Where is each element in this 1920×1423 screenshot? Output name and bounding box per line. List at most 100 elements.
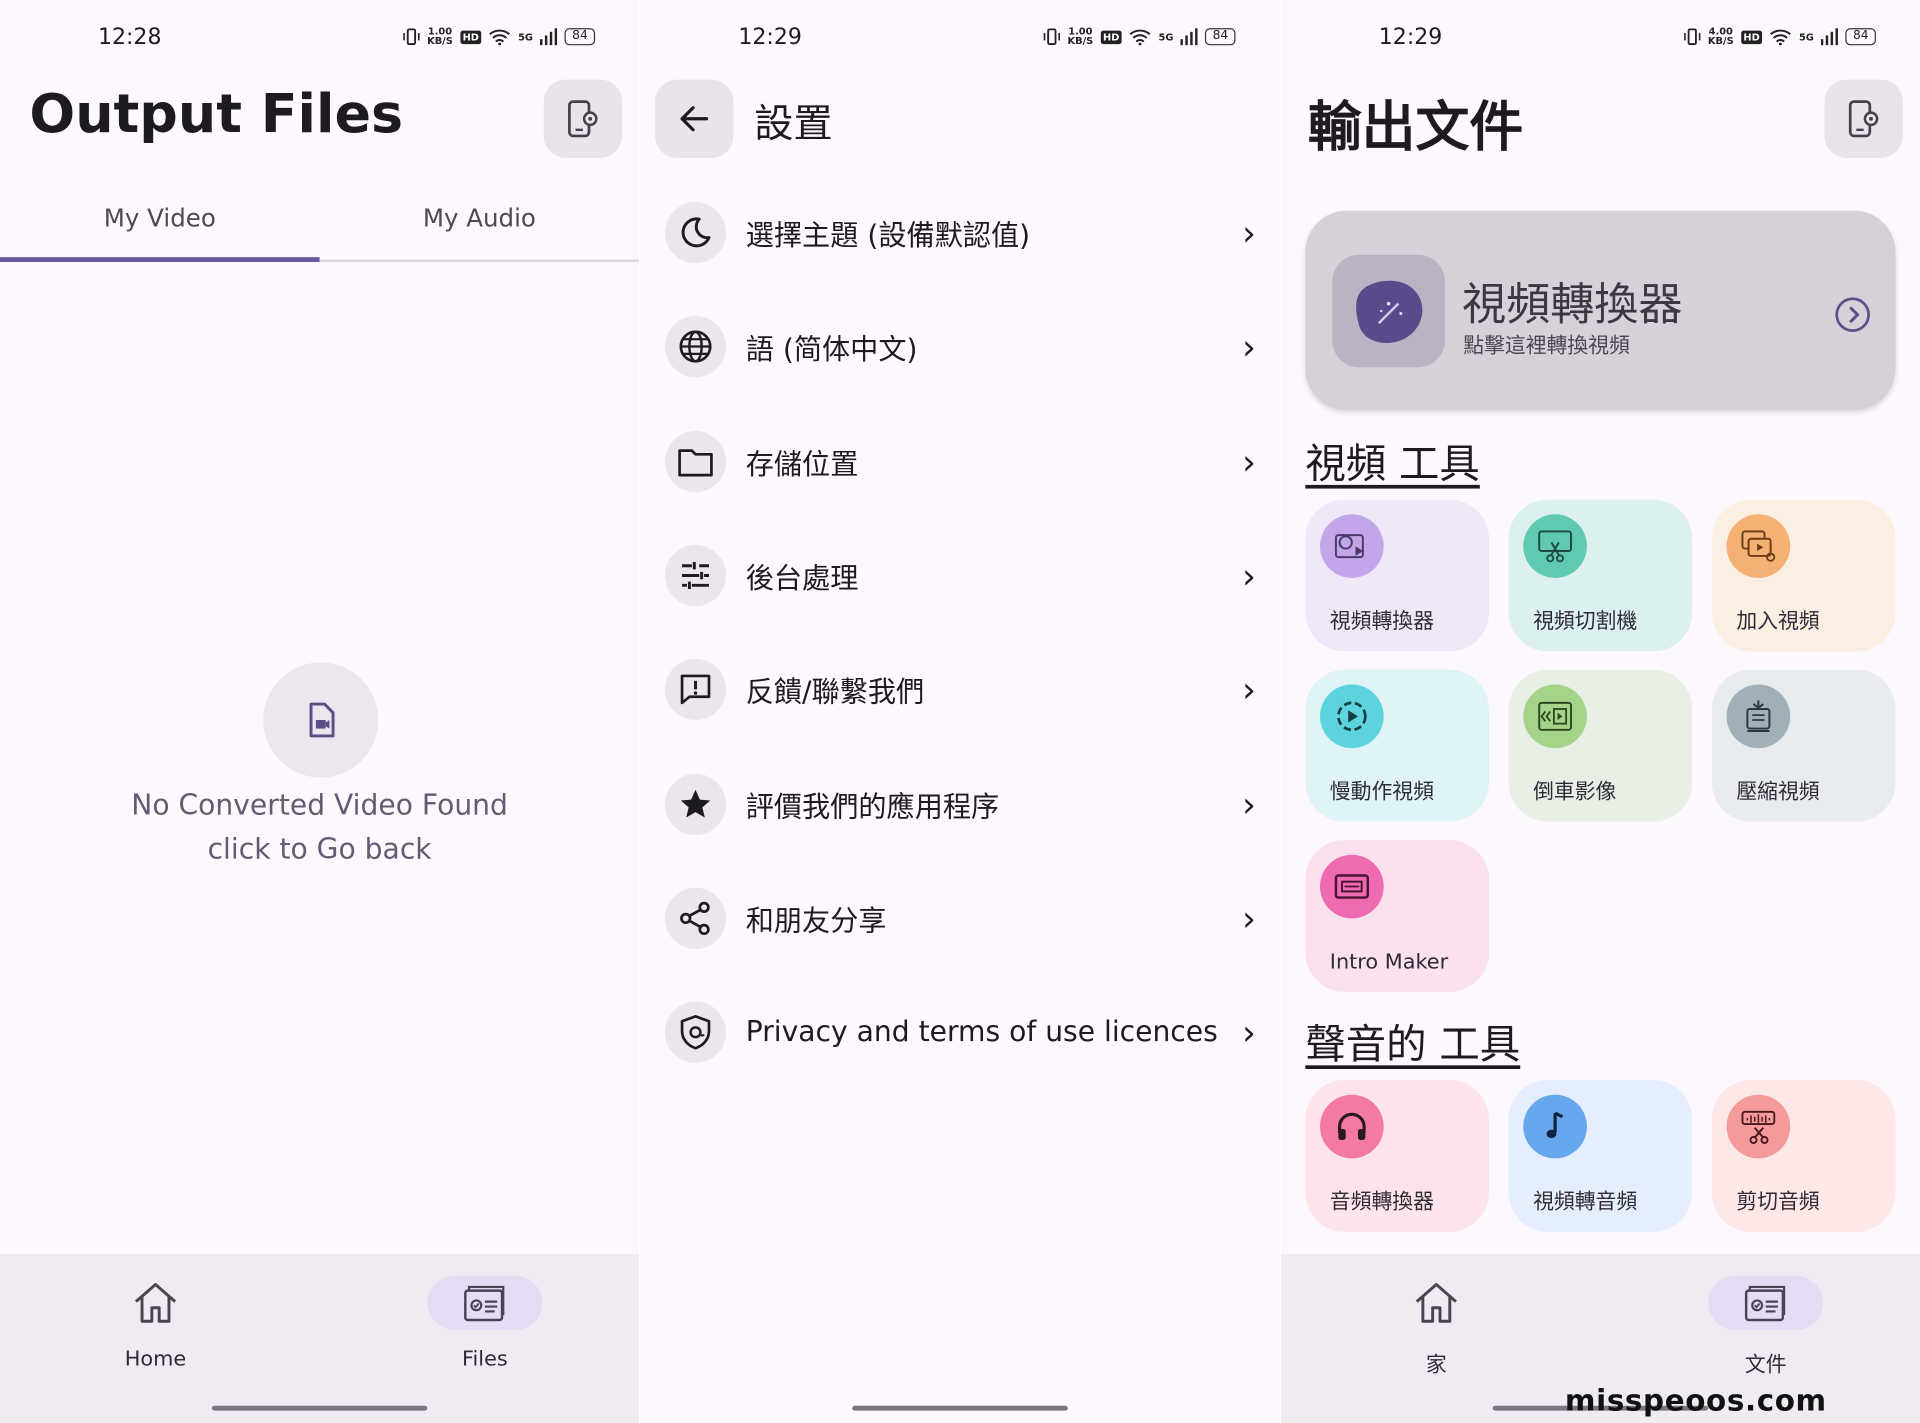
tile-icon-wrap xyxy=(1523,1094,1587,1159)
tool-reverse-video[interactable]: 倒車影像 xyxy=(1508,669,1693,822)
signal-icon xyxy=(1180,28,1198,46)
settings-item-label: 和朋友分享 xyxy=(745,906,887,938)
compress-icon xyxy=(1746,700,1771,733)
tile-label: 剪切音頻 xyxy=(1736,1190,1820,1215)
tool-cut-audio[interactable]: 剪切音頻 xyxy=(1711,1080,1896,1232)
settings-item-icon-wrap xyxy=(664,1001,727,1063)
tool-compress-video[interactable]: 壓縮視頻 xyxy=(1711,669,1896,822)
status-icons: 4.00 KB/S HD 5G 84 xyxy=(1683,26,1876,47)
music-note-icon xyxy=(1546,1111,1564,1139)
settings-item-icon-wrap xyxy=(664,315,727,378)
settings-item-label: 評價我們的應用程序 xyxy=(745,792,1000,825)
chevron-right-icon: › xyxy=(1242,212,1256,253)
video-tools-heading: 視頻 工具 xyxy=(1305,439,1480,488)
tab-my-video[interactable]: My Video xyxy=(0,184,320,263)
status-icons: 1.00 KB/S HD 5G 84 xyxy=(1043,26,1236,47)
feedback-icon xyxy=(680,674,711,705)
gesture-bar[interactable] xyxy=(852,1405,1068,1411)
net-speed: 4.00 KB/S xyxy=(1707,26,1734,47)
vibrate-icon xyxy=(403,28,420,46)
settings-item-rate[interactable]: 評價我們的應用程序 › xyxy=(664,768,1280,841)
settings-item-background[interactable]: 後台處理 › xyxy=(664,539,1280,612)
wifi-icon xyxy=(1770,29,1792,46)
settings-item-theme[interactable]: 選擇主題 (設備默認值) › xyxy=(664,196,1280,269)
home-icon xyxy=(134,1283,177,1323)
settings-item-label: 後台處理 xyxy=(745,563,859,596)
folder-icon xyxy=(678,449,713,477)
network-type: 5G xyxy=(518,31,533,43)
audio-tools-heading: 聲音的 工具 xyxy=(1305,1020,1521,1068)
video-join-icon xyxy=(1741,530,1776,562)
wifi-icon xyxy=(1129,29,1151,46)
video-converter-banner[interactable]: 視頻轉換器 點擊這裡轉換視頻 xyxy=(1305,210,1896,411)
tab-my-audio[interactable]: My Audio xyxy=(320,184,640,260)
settings-item-language[interactable]: 語 (简体中文) › xyxy=(664,310,1280,383)
tool-slow-motion[interactable]: 慢動作視頻 xyxy=(1305,669,1489,822)
chevron-right-icon: › xyxy=(1242,669,1256,710)
nav-home[interactable]: Home xyxy=(82,1276,229,1371)
status-bar: 12:29 4.00 KB/S HD 5G 84 xyxy=(1281,24,1920,56)
empty-state-icon-button[interactable] xyxy=(263,662,379,778)
battery-indicator: 84 xyxy=(564,28,596,46)
files-icon xyxy=(464,1285,505,1322)
tile-label: 加入視頻 xyxy=(1736,609,1820,635)
settings-item-share[interactable]: 和朋友分享 › xyxy=(664,882,1280,955)
slow-motion-icon xyxy=(1337,701,1367,732)
chevron-right-icon: › xyxy=(1242,555,1256,596)
back-button[interactable] xyxy=(655,79,734,158)
empty-state-message[interactable]: No Converted Video Found click to Go bac… xyxy=(0,784,639,872)
audio-cut-icon xyxy=(1741,1110,1776,1144)
tile-icon-wrap xyxy=(1320,684,1384,749)
net-speed-unit: KB/S xyxy=(427,35,453,47)
settings-item-icon-wrap xyxy=(664,431,727,493)
tool-join-video[interactable]: 加入視頻 xyxy=(1711,499,1896,652)
tool-video-cutter[interactable]: 視頻切割機 xyxy=(1508,499,1693,652)
hd-badge: HD xyxy=(1100,30,1122,44)
settings-item-privacy[interactable]: Privacy and terms of use licences › xyxy=(664,996,1280,1069)
settings-item-feedback[interactable]: 反饋/聯繫我們 › xyxy=(664,653,1280,726)
tool-intro-maker[interactable]: Intro Maker xyxy=(1305,840,1489,992)
nav-home-label: 家 xyxy=(1425,1353,1447,1378)
settings-item-label: 語 (简体中文) xyxy=(745,334,918,367)
settings-item-label: 選擇主題 (設備默認值) xyxy=(745,220,1031,253)
tool-video-converter[interactable]: 視頻轉換器 xyxy=(1305,499,1489,652)
device-settings-button[interactable] xyxy=(543,79,623,158)
headphones-icon xyxy=(1338,1112,1366,1141)
video-convert-icon xyxy=(1334,534,1364,559)
banner-subtitle: 點擊這裡轉換視頻 xyxy=(1463,334,1630,359)
intro-maker-icon xyxy=(1334,874,1369,899)
net-speed: 1.00 KB/S xyxy=(1068,26,1094,47)
tile-label: 倒車影像 xyxy=(1533,780,1617,805)
nav-files[interactable]: 文件 xyxy=(1692,1275,1839,1378)
settings-item-storage[interactable]: 存儲位置 › xyxy=(664,425,1280,498)
magic-blob-icon xyxy=(1356,280,1423,343)
tile-icon-wrap xyxy=(1726,1094,1791,1159)
nav-files-label: Files xyxy=(462,1346,508,1372)
nav-home-icon-wrap xyxy=(1397,1276,1475,1330)
vibrate-icon xyxy=(1043,28,1060,46)
settings-item-label: 存儲位置 xyxy=(745,449,859,482)
chevron-right-icon: › xyxy=(1242,1012,1256,1053)
device-settings-button[interactable] xyxy=(1824,79,1903,158)
tile-label: 壓縮視頻 xyxy=(1736,780,1820,805)
tile-icon-wrap xyxy=(1726,684,1791,749)
reverse-icon xyxy=(1538,701,1573,731)
nav-home-icon-wrap xyxy=(116,1276,194,1330)
settings-screen: 12:29 1.00 KB/S HD 5G 84 設置 選擇主題 (設備默認值) … xyxy=(640,0,1280,1423)
tile-label: Intro Maker xyxy=(1329,950,1449,975)
empty-line-1: No Converted Video Found xyxy=(131,789,508,822)
sliders-icon xyxy=(682,562,709,589)
vibrate-icon xyxy=(1683,28,1701,46)
page-title: 輸出文件 xyxy=(1307,96,1524,160)
battery-indicator: 84 xyxy=(1845,28,1876,46)
gesture-bar[interactable] xyxy=(211,1405,428,1411)
nav-home[interactable]: 家 xyxy=(1363,1276,1510,1378)
tile-icon-wrap xyxy=(1726,514,1791,578)
tool-video-to-audio[interactable]: 視頻轉音頻 xyxy=(1508,1080,1693,1232)
status-time: 12:29 xyxy=(1378,24,1443,51)
net-speed-unit: KB/S xyxy=(1707,35,1734,47)
bottom-navigation: Home Files xyxy=(0,1253,640,1423)
tool-audio-converter[interactable]: 音頻轉換器 xyxy=(1305,1080,1489,1232)
chevron-right-icon: › xyxy=(1242,784,1256,825)
nav-files[interactable]: Files xyxy=(411,1275,558,1372)
